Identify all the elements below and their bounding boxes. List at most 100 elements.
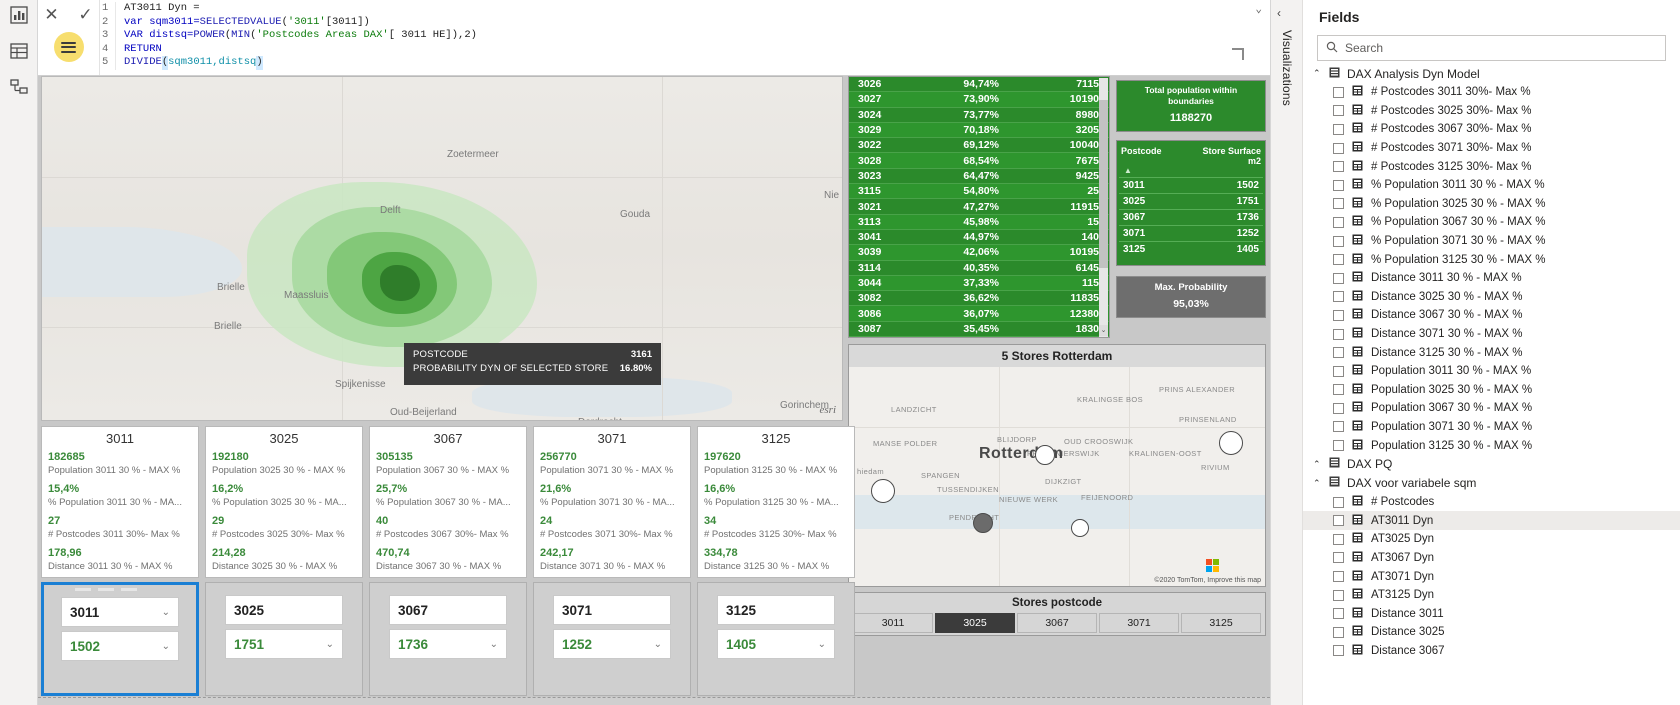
stores-postcode-button-3071[interactable]: 3071 (1099, 613, 1179, 633)
chevron-down-icon[interactable]: ⌄ (818, 639, 826, 650)
slicer-3011[interactable]: 3011 ⌄ 1502 ⌄ (41, 582, 199, 696)
table-row[interactable]: 3023 64,47% 9425 (849, 168, 1109, 185)
slicer-surface-dropdown[interactable]: 1405 ⌄ (717, 629, 835, 659)
field-checkbox[interactable] (1333, 571, 1344, 583)
table-row[interactable]: 3022 69,12% 10040 (849, 138, 1109, 154)
kpi-card-3071[interactable]: 3071 256770 Population 3071 30 % - MAX % 21… (533, 426, 691, 578)
field-item[interactable]: AT3025 Dyn (1303, 530, 1680, 549)
slicer-postcode-dropdown[interactable]: 3067 (389, 595, 507, 625)
field-checkbox[interactable] (1333, 384, 1344, 396)
table-row[interactable]: 3113 45,98% 15 (849, 214, 1109, 230)
table-row[interactable]: 3086 36,07% 12380 (849, 306, 1109, 322)
field-item[interactable]: % Population 3125 30 % - MAX % (1303, 250, 1680, 269)
slicer-surface-dropdown[interactable]: 1502 ⌄ (61, 631, 179, 661)
table-row[interactable]: 3067 1736 (1119, 209, 1263, 225)
table-scrollbar[interactable] (1099, 78, 1108, 337)
field-item[interactable]: AT3125 Dyn (1303, 586, 1680, 605)
fields-table-group[interactable]: ⌃ DAX PQ (1303, 455, 1680, 474)
store-bubble[interactable] (871, 479, 895, 503)
sort-ascending-icon[interactable]: ▲ (1119, 166, 1263, 177)
model-view-icon[interactable] (8, 76, 30, 98)
field-checkbox[interactable] (1333, 328, 1344, 340)
kpi-card-3125[interactable]: 3125 197620 Population 3125 30 % - MAX % 16… (697, 426, 855, 578)
field-item[interactable]: % Population 3011 30 % - MAX % (1303, 176, 1680, 195)
field-checkbox[interactable] (1333, 235, 1344, 247)
stores-postcode-button-3025[interactable]: 3025 (935, 613, 1015, 633)
data-view-icon[interactable] (8, 40, 30, 62)
field-checkbox[interactable] (1333, 216, 1344, 228)
field-item[interactable]: Distance 3011 30 % - MAX % (1303, 269, 1680, 288)
column-header-postcode[interactable]: Postcode (1121, 146, 1176, 166)
stores-postcode-button-3067[interactable]: 3067 (1017, 613, 1097, 633)
max-probability-card[interactable]: Max. Probability 95,03% (1116, 276, 1266, 318)
canvas-horizontal-scrollbar[interactable] (38, 697, 1270, 705)
chevron-down-icon[interactable]: ⌄ (654, 639, 662, 650)
chevron-up-icon[interactable]: ⌃ (1313, 68, 1322, 79)
field-item[interactable]: % Population 3071 30 % - MAX % (1303, 232, 1680, 251)
chevron-up-icon[interactable]: ⌃ (1313, 478, 1322, 489)
slicer-3125[interactable]: 3125 1405 ⌄ (697, 582, 855, 696)
field-item[interactable]: Population 3025 30 % - MAX % (1303, 381, 1680, 400)
field-checkbox[interactable] (1333, 105, 1344, 117)
formula-options-hamburger-icon[interactable] (53, 32, 84, 62)
table-row[interactable]: 3125 1405 (1119, 241, 1263, 257)
kpi-card-3067[interactable]: 3067 305135 Population 3067 30 % - MAX % 25… (369, 426, 527, 578)
fields-table-group[interactable]: ⌃ DAX voor variabele sqm (1303, 474, 1680, 493)
slicer-3025[interactable]: 3025 1751 ⌄ (205, 582, 363, 696)
field-item[interactable]: Distance 3067 (1303, 642, 1680, 661)
field-checkbox[interactable] (1333, 608, 1344, 620)
column-header-store-surface[interactable]: Store Surface (1176, 146, 1261, 156)
fields-tree[interactable]: ⌃ DAX Analysis Dyn Model # Postcodes 3011 … (1303, 64, 1680, 705)
kpi-card-3011[interactable]: 3011 182685 Population 3011 30 % - MAX % 15… (41, 426, 199, 578)
fields-table-group[interactable]: ⌃ DAX Analysis Dyn Model (1303, 64, 1680, 83)
stores-postcode-button-3011[interactable]: 3011 (853, 613, 933, 633)
total-population-card[interactable]: Total population within boundaries 11882… (1116, 80, 1266, 132)
field-item[interactable]: # Postcodes 3011 30%- Max % (1303, 83, 1680, 102)
field-checkbox[interactable] (1333, 365, 1344, 377)
map-attribution[interactable]: ©2020 TomTom, Improve this map (1154, 577, 1261, 584)
field-item[interactable]: Population 3125 30 % - MAX % (1303, 436, 1680, 455)
table-row[interactable]: 3071 1252 (1119, 225, 1263, 241)
field-item[interactable]: % Population 3067 30 % - MAX % (1303, 213, 1680, 232)
chevron-left-icon[interactable]: ‹ (1277, 6, 1281, 20)
probability-map-visual[interactable]: Zoetermeer Delft Gouda Nie Maassluis Brielle B… (41, 76, 843, 421)
stores-rotterdam-map-visual[interactable]: 5 Stores Rotterdam PRINS ALEXANDER LANDZI… (848, 344, 1266, 587)
table-row[interactable]: 3028 68,54% 7675 (849, 153, 1109, 169)
table-row[interactable]: 3011 1502 (1119, 177, 1263, 193)
field-checkbox[interactable] (1333, 533, 1344, 545)
field-item[interactable]: Distance 3025 30 % - MAX % (1303, 288, 1680, 307)
store-bubble[interactable] (1035, 445, 1055, 465)
fields-search-box[interactable]: Search (1317, 35, 1666, 61)
stores-postcode-slicer[interactable]: Stores postcode 3011 3025 3067 3071 3125 (848, 592, 1266, 636)
field-item[interactable]: AT3067 Dyn (1303, 549, 1680, 568)
table-row[interactable]: 3087 35,45% 1830 (849, 321, 1109, 337)
field-checkbox[interactable] (1333, 515, 1344, 527)
field-checkbox[interactable] (1333, 645, 1344, 657)
chevron-down-icon[interactable]: ⌄ (162, 641, 170, 652)
field-checkbox[interactable] (1333, 552, 1344, 564)
field-checkbox[interactable] (1333, 347, 1344, 359)
table-row[interactable]: 3044 37,33% 115 (849, 275, 1109, 292)
table-scrollbar-thumb[interactable] (1099, 100, 1108, 268)
table-row[interactable]: 3021 47,27% 11915 (849, 199, 1109, 215)
field-item[interactable]: Population 3067 30 % - MAX % (1303, 399, 1680, 418)
table-row[interactable]: 3025 1751 (1119, 193, 1263, 209)
field-item[interactable]: AT3071 Dyn (1303, 567, 1680, 586)
field-item[interactable]: Distance 3011 (1303, 604, 1680, 623)
field-checkbox[interactable] (1333, 496, 1344, 508)
field-item[interactable]: AT3011 Dyn (1303, 511, 1680, 531)
field-checkbox[interactable] (1333, 198, 1344, 210)
field-item[interactable]: Distance 3071 30 % - MAX % (1303, 325, 1680, 344)
slicer-postcode-dropdown[interactable]: 3025 (225, 595, 343, 625)
field-item[interactable]: Population 3071 30 % - MAX % (1303, 418, 1680, 437)
slicer-surface-dropdown[interactable]: 1736 ⌄ (389, 629, 507, 659)
report-view-icon[interactable] (8, 4, 30, 26)
cancel-icon[interactable]: ✕ (42, 4, 62, 24)
table-row[interactable]: 3026 94,74% 7115 (849, 77, 1109, 93)
slicer-3067[interactable]: 3067 1736 ⌄ (369, 582, 527, 696)
field-checkbox[interactable] (1333, 161, 1344, 173)
field-item[interactable]: Distance 3025 (1303, 623, 1680, 642)
chevron-down-icon[interactable]: ⌄ (490, 639, 498, 650)
field-checkbox[interactable] (1333, 309, 1344, 321)
slicer-postcode-dropdown[interactable]: 3125 (717, 595, 835, 625)
